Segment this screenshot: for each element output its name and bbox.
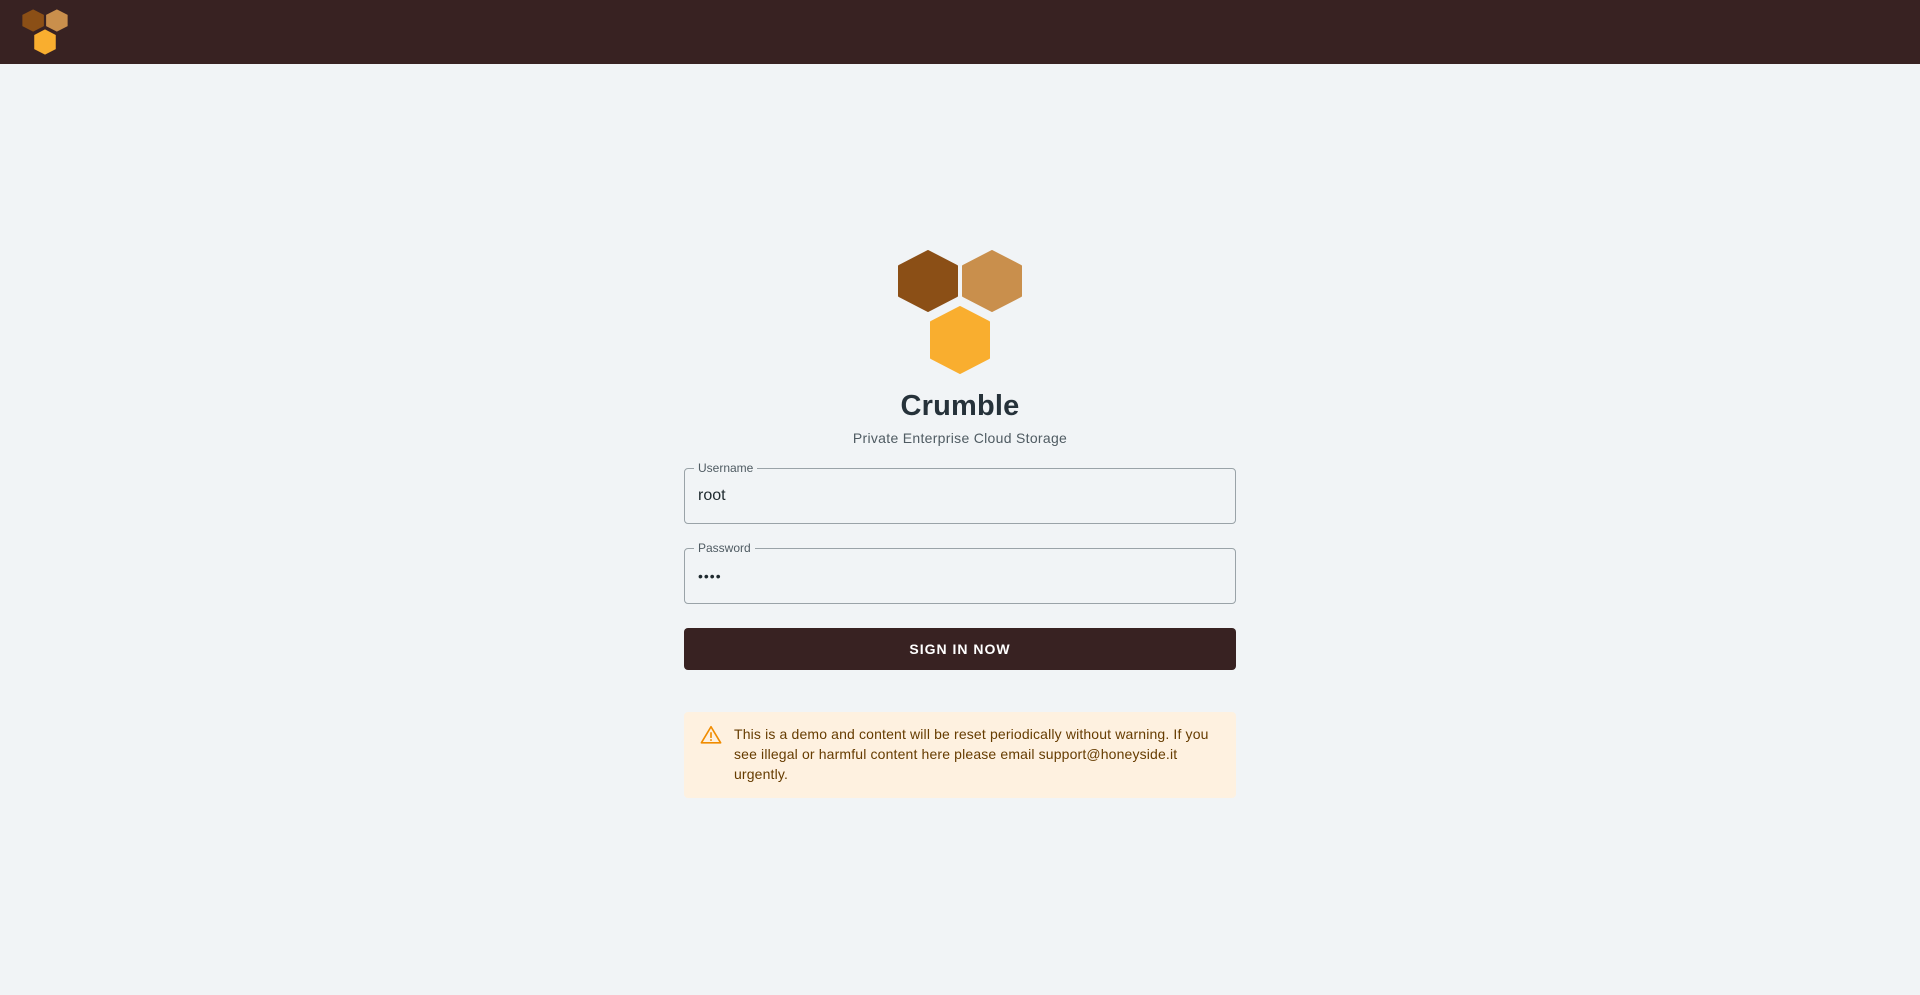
password-field[interactable]: Password bbox=[684, 541, 1236, 604]
app-subtitle: Private Enterprise Cloud Storage bbox=[852, 430, 1068, 446]
username-field[interactable]: Username bbox=[684, 461, 1236, 524]
app-title: Crumble bbox=[900, 390, 1020, 422]
sign-in-button[interactable]: SIGN IN NOW bbox=[684, 628, 1236, 670]
password-label: Password bbox=[694, 541, 755, 555]
login-page: Crumble Private Enterprise Cloud Storage… bbox=[0, 64, 1920, 995]
username-label: Username bbox=[694, 461, 758, 475]
honeycomb-logo-icon[interactable] bbox=[22, 9, 68, 55]
honeycomb-logo-icon bbox=[898, 250, 1022, 374]
login-panel: Crumble Private Enterprise Cloud Storage… bbox=[684, 250, 1236, 798]
demo-warning-alert: This is a demo and content will be reset… bbox=[684, 712, 1236, 798]
demo-warning-message: This is a demo and content will be reset… bbox=[734, 726, 1209, 782]
password-input[interactable] bbox=[685, 549, 1235, 603]
top-app-bar bbox=[0, 0, 1920, 64]
username-input[interactable] bbox=[685, 469, 1235, 523]
warning-icon bbox=[700, 725, 722, 744]
